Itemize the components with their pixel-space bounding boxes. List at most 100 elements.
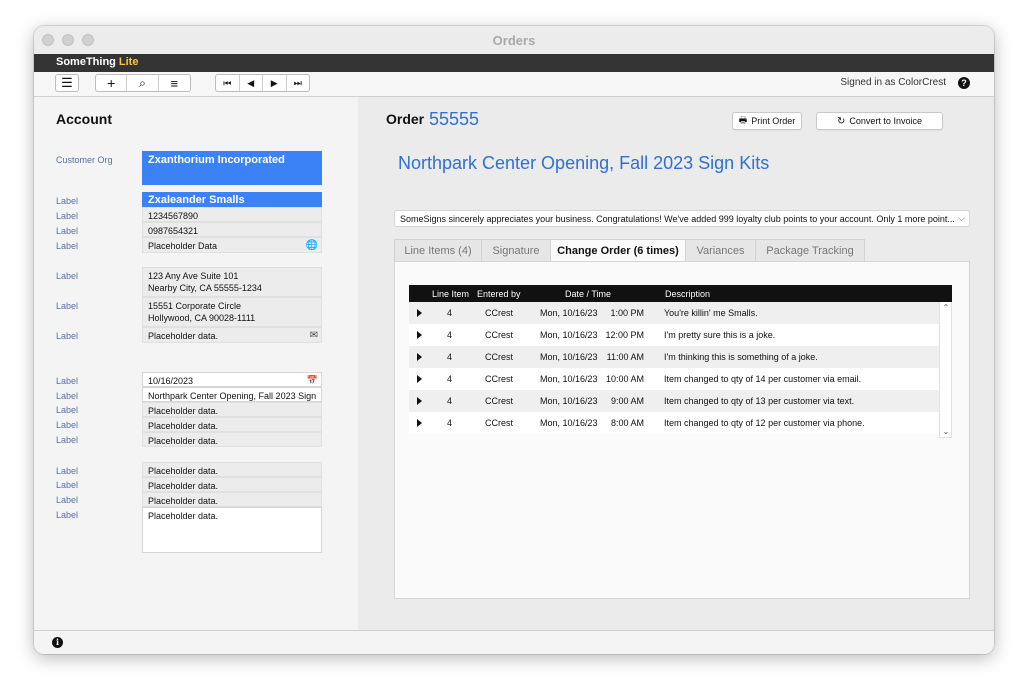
brand-logo: SomeThing Lite [56, 56, 138, 68]
expand-triangle-icon[interactable] [417, 375, 422, 383]
change-order-tab-content: Line Item Entered by Date / Time Descrip… [394, 261, 970, 599]
brand-name: SomeThing [56, 56, 116, 68]
search-icon: ⌕ [139, 75, 146, 90]
placeholder-field[interactable]: Placeholder data. [142, 477, 322, 492]
field-label: Label [56, 495, 79, 505]
order-panel: Order 55555 🖶 Print Order ↻ Convert to I… [358, 97, 994, 630]
website-field[interactable]: Placeholder Data 🌐 [142, 237, 322, 253]
table-row[interactable]: 4 CCrest Mon, 10/16/23 9:00 AM Item chan… [409, 390, 939, 412]
order-date-field[interactable]: 10/16/2023 📅 [142, 372, 322, 387]
next-record-icon: ▶ [270, 77, 278, 88]
window-title: Orders [492, 33, 536, 48]
placeholder-field[interactable]: Placeholder data. [142, 462, 322, 477]
date-cell: Mon, 10/16/23 [540, 418, 598, 428]
table-row[interactable]: 4 CCrest Mon, 10/16/23 11:00 AM I'm thin… [409, 346, 939, 368]
expand-triangle-icon[interactable] [417, 331, 422, 339]
entered-by-cell: CCrest [485, 352, 514, 362]
tab-variances[interactable]: Variances [685, 239, 756, 261]
tab-signature[interactable]: Signature [481, 239, 551, 261]
time-cell: 9:00 AM [610, 396, 644, 406]
find-button[interactable]: ⌕ [127, 75, 159, 91]
scroll-down-icon[interactable]: ⌄ [940, 427, 952, 436]
entered-by-cell: CCrest [485, 418, 514, 428]
column-header-description[interactable]: Description [665, 289, 710, 299]
placeholder-field[interactable]: Placeholder data. [142, 432, 322, 447]
expand-triangle-icon[interactable] [417, 397, 422, 405]
app-window: Orders SomeThing Lite ☰ + ⌕ ≡ ⏮ ◀ ▶ ⏭ Si… [34, 26, 994, 654]
calendar-icon[interactable]: 📅 [307, 374, 318, 386]
status-bar: i [34, 630, 994, 654]
column-header-date-time[interactable]: Date / Time [565, 289, 611, 299]
tab-change-order[interactable]: Change Order (6 times) [550, 239, 686, 262]
first-record-button[interactable]: ⏮ [216, 75, 240, 91]
message-dropdown[interactable]: SomeSigns sincerely appreciates your bus… [394, 210, 970, 227]
order-name-field[interactable]: Northpark Center Opening, Fall 2023 Sign [142, 387, 322, 402]
field-label: Label [56, 331, 79, 341]
line-item-cell: 4 [447, 352, 453, 362]
plus-icon: + [107, 75, 116, 91]
website-value: Placeholder Data [148, 241, 218, 251]
column-header-entered-by[interactable]: Entered by [477, 289, 521, 299]
last-record-button[interactable]: ⏭ [287, 75, 310, 91]
envelope-icon[interactable]: ✉ [310, 330, 318, 342]
description-cell: Item changed to qty of 12 per customer v… [664, 418, 865, 428]
order-label: Order [386, 111, 425, 127]
customer-org-field[interactable]: Zxanthorium Incorporated [142, 151, 322, 185]
placeholder-field[interactable]: Placeholder data. [142, 492, 322, 507]
menu-icon: ☰ [61, 75, 73, 90]
entered-by-cell: CCrest [485, 374, 514, 384]
date-cell: Mon, 10/16/23 [540, 330, 598, 340]
alt-phone-field[interactable]: 0987654321 [142, 222, 322, 237]
field-label: Label [56, 420, 79, 430]
address-line: 15551 Corporate Circle [148, 301, 242, 311]
expand-triangle-icon[interactable] [417, 419, 422, 427]
list-view-button[interactable]: ≡ [159, 75, 190, 91]
menu-button-group: ☰ [55, 74, 79, 92]
title-bar: Orders [34, 26, 994, 55]
time-cell: 1:00 PM [610, 308, 644, 318]
previous-record-button[interactable]: ◀ [240, 75, 263, 91]
placeholder-field[interactable]: Placeholder data. [142, 417, 322, 432]
print-order-button[interactable]: 🖶 Print Order [732, 112, 802, 130]
line-item-cell: 4 [447, 330, 453, 340]
next-record-button[interactable]: ▶ [263, 75, 287, 91]
record-navigation-group: ⏮ ◀ ▶ ⏭ [215, 74, 310, 92]
globe-icon[interactable]: 🌐 [306, 240, 318, 252]
previous-record-icon: ◀ [247, 77, 255, 88]
description-cell: Item changed to qty of 14 per customer v… [664, 374, 862, 384]
table-scrollbar[interactable]: ⌃ ⌄ [939, 302, 952, 438]
help-icon[interactable]: ? [958, 77, 970, 89]
convert-to-invoice-button[interactable]: ↻ Convert to Invoice [816, 112, 943, 130]
placeholder-field[interactable]: Placeholder data. [142, 402, 322, 417]
scroll-up-icon[interactable]: ⌃ [940, 303, 952, 312]
toolbar: ☰ + ⌕ ≡ ⏮ ◀ ▶ ⏭ Signed in as ColorCrest … [34, 72, 994, 97]
info-icon[interactable]: i [52, 637, 63, 648]
printer-icon: 🖶 [738, 115, 748, 125]
email-value: Placeholder data. [148, 331, 219, 341]
billing-address-field[interactable]: 123 Any Ave Suite 101 Nearby City, CA 55… [142, 267, 322, 297]
list-icon: ≡ [170, 75, 179, 91]
field-label: Label [56, 196, 79, 206]
notes-field[interactable]: Placeholder data. [142, 507, 322, 553]
field-label: Label [56, 405, 79, 415]
expand-triangle-icon[interactable] [417, 353, 422, 361]
new-record-button[interactable]: + [96, 75, 128, 91]
column-header-line-item[interactable]: Line Item [432, 289, 469, 299]
table-row[interactable]: 4 CCrest Mon, 10/16/23 8:00 AM Item chan… [409, 412, 939, 434]
entered-by-cell: CCrest [485, 330, 514, 340]
table-row[interactable]: 4 CCrest Mon, 10/16/23 10:00 AM Item cha… [409, 368, 939, 390]
phone-field[interactable]: 1234567890 [142, 207, 322, 222]
record-actions-group: + ⌕ ≡ [95, 74, 191, 92]
expand-triangle-icon[interactable] [417, 309, 422, 317]
email-field[interactable]: Placeholder data. ✉ [142, 327, 322, 343]
table-row[interactable]: 4 CCrest Mon, 10/16/23 12:00 PM I'm pret… [409, 324, 939, 346]
tab-package-tracking[interactable]: Package Tracking [755, 239, 865, 261]
table-row[interactable]: 4 CCrest Mon, 10/16/23 1:00 PM You're ki… [409, 302, 939, 324]
field-label: Label [56, 226, 79, 236]
menu-button[interactable]: ☰ [56, 75, 78, 91]
time-cell: 10:00 AM [605, 374, 644, 384]
shipping-address-field[interactable]: 15551 Corporate Circle Hollywood, CA 900… [142, 297, 322, 327]
tab-line-items[interactable]: Line Items (4) [394, 239, 482, 261]
contact-name-field[interactable]: Zxaleander Smalls [142, 192, 322, 207]
description-cell: I'm thinking this is something of a joke… [664, 352, 818, 362]
